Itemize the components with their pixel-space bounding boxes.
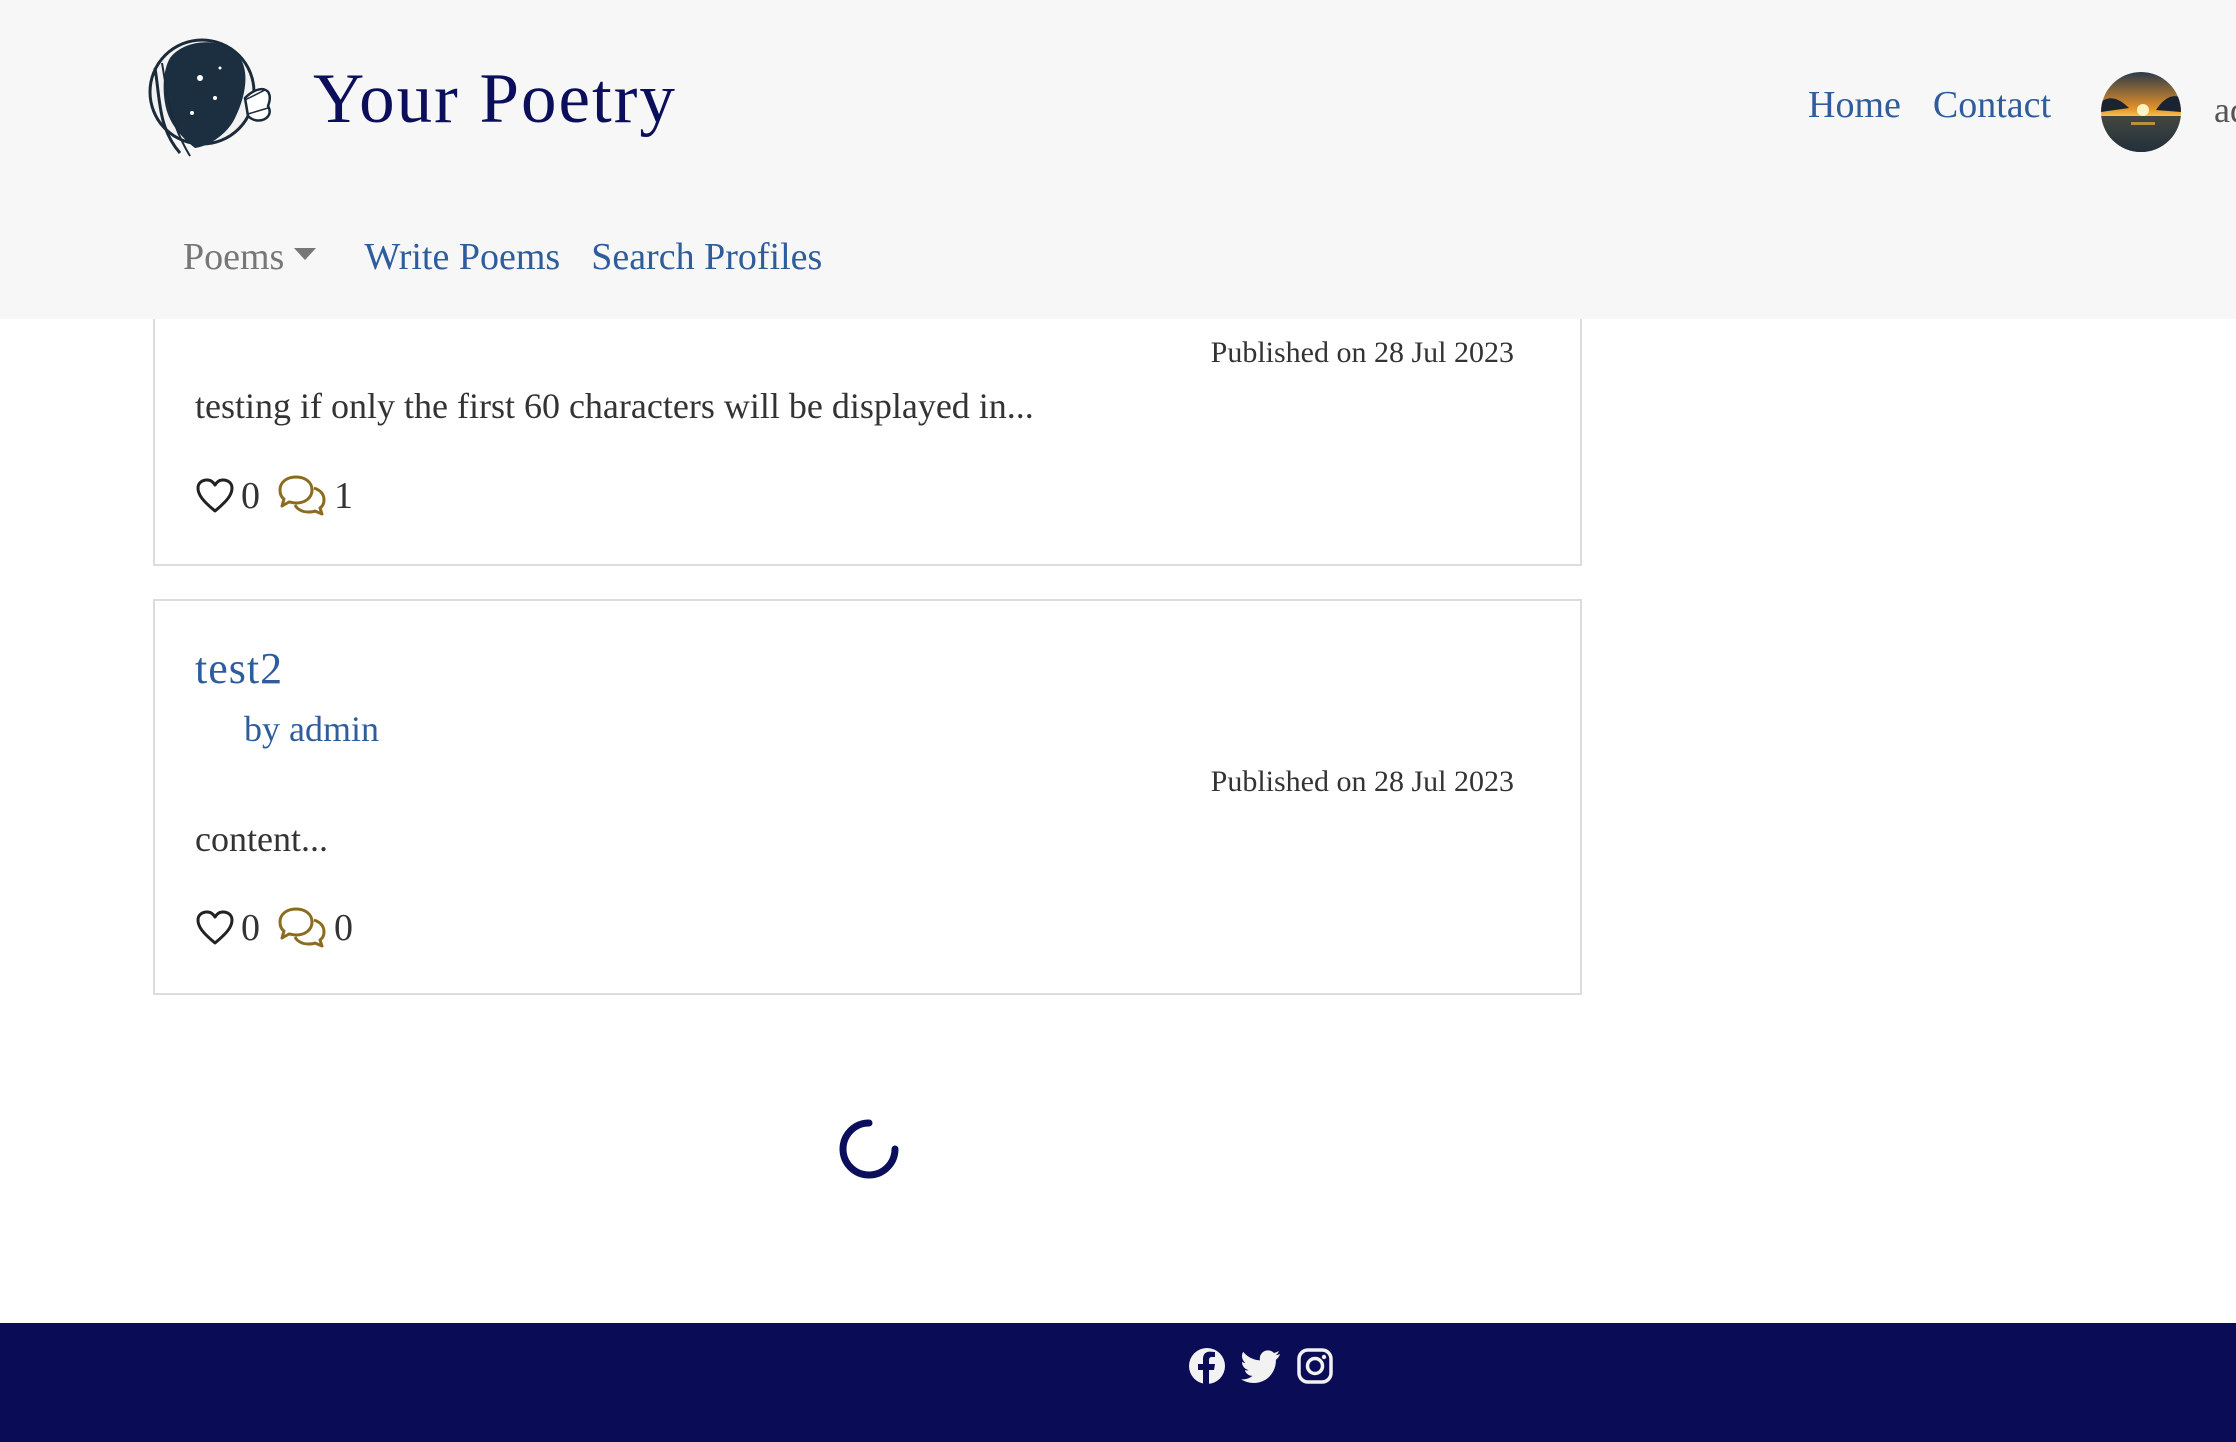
heart-icon[interactable] — [195, 909, 235, 947]
top-nav: Home Contact — [1808, 86, 2051, 124]
comments-icon[interactable] — [276, 474, 328, 518]
caret-down-icon — [294, 248, 317, 260]
social-links — [1187, 1346, 1335, 1386]
facebook-icon[interactable] — [1187, 1346, 1227, 1386]
comments-icon[interactable] — [276, 906, 328, 950]
poem-stats: 0 0 — [195, 906, 353, 950]
nav-contact-link[interactable]: Contact — [1933, 86, 2051, 124]
heart-icon[interactable] — [195, 477, 235, 515]
comment-count: 1 — [334, 475, 353, 517]
like-count: 0 — [241, 907, 260, 949]
write-poems-link[interactable]: Write Poems — [364, 238, 560, 276]
search-profiles-link[interactable]: Search Profiles — [591, 238, 822, 276]
published-date: Published on 28 Jul 2023 — [1210, 336, 1514, 369]
navbar: Your Poetry Home Contact admin Poe — [0, 0, 2236, 319]
poem-excerpt: testing if only the first 60 characters … — [195, 386, 1034, 426]
poems-dropdown-label: Poems — [183, 236, 285, 278]
avatar[interactable] — [2101, 72, 2181, 152]
loading-spinner-icon — [839, 1119, 899, 1179]
poems-dropdown[interactable]: Poems — [183, 236, 317, 278]
comment-count: 0 — [334, 907, 353, 949]
nav-home-link[interactable]: Home — [1808, 86, 1901, 124]
published-date: Published on 28 Jul 2023 — [1210, 765, 1514, 798]
poem-stats: 0 1 — [195, 474, 353, 518]
footer — [0, 1323, 2236, 1442]
poem-excerpt: content... — [195, 819, 328, 859]
instagram-icon[interactable] — [1295, 1346, 1335, 1386]
poem-title-link[interactable]: test2 — [195, 647, 283, 691]
brand-title[interactable]: Your Poetry — [313, 64, 677, 135]
poem-author-link[interactable]: by admin — [244, 711, 379, 747]
secondary-nav: Poems Write Poems Search Profiles — [183, 238, 853, 276]
logo-icon[interactable] — [140, 28, 280, 164]
twitter-icon[interactable] — [1241, 1346, 1281, 1386]
poem-card: test2 by admin Published on 28 Jul 2023 … — [153, 599, 1582, 995]
like-count: 0 — [241, 475, 260, 517]
user-name[interactable]: admin — [2214, 92, 2236, 128]
